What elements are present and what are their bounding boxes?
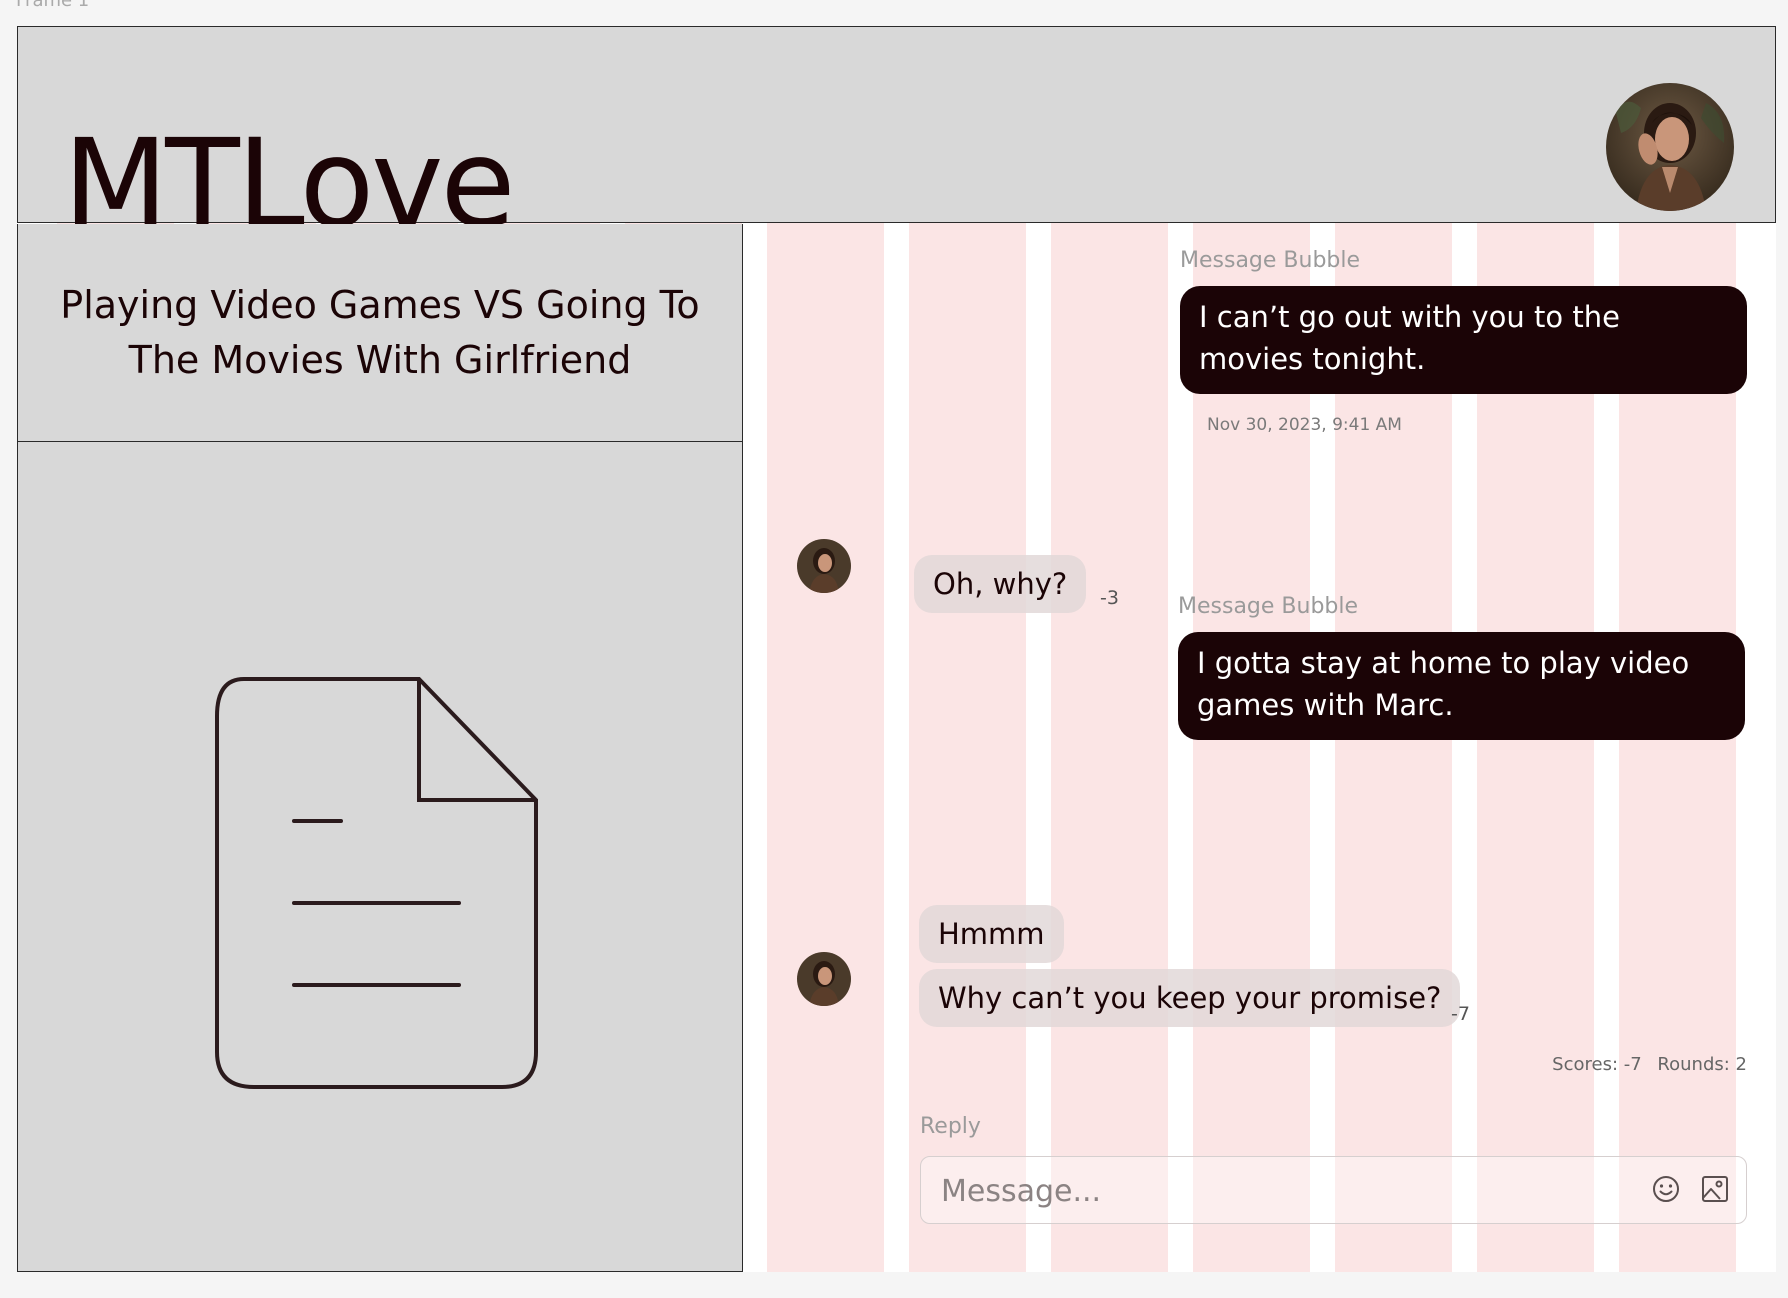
message-input[interactable] [939, 1157, 1623, 1225]
app-header: MTLove [17, 26, 1776, 245]
contact-avatar[interactable] [797, 539, 851, 593]
message-timestamp: Nov 30, 2023, 9:41 AM [1207, 415, 1402, 435]
frame-label: Frame 1 [16, 0, 90, 11]
incoming-message: Why can’t you keep your promise? [919, 969, 1461, 1027]
message-text: Oh, why? [933, 567, 1068, 601]
message-bubble-label: Message Bubble [1180, 248, 1361, 273]
message-text: I can’t go out with you to the movies to… [1199, 300, 1620, 376]
message-bubble-label: Message Bubble [1178, 594, 1359, 619]
app-frame: MTLove Playing Video Games VS Going To T… [17, 26, 1776, 1272]
message-input-box[interactable] [920, 1156, 1747, 1225]
topic-header: Playing Video Games VS Going To The Movi… [18, 224, 742, 442]
topic-panel: Playing Video Games VS Going To The Movi… [17, 224, 743, 1272]
contact-avatar-photo [797, 539, 851, 593]
smile-icon[interactable] [1651, 1174, 1681, 1204]
outgoing-message: I can’t go out with you to the movies to… [1180, 286, 1747, 394]
contact-avatar[interactable] [797, 952, 851, 1006]
chat-panel: Message Bubble I can’t go out with you t… [762, 224, 1776, 1272]
incoming-message: Oh, why? [914, 555, 1087, 613]
contact-avatar-photo [797, 952, 851, 1006]
reply-label: Reply [920, 1114, 981, 1139]
scores-value: Scores: -7 [1552, 1054, 1642, 1075]
rounds-value: Rounds: 2 [1657, 1054, 1747, 1075]
profile-avatar-photo [1606, 83, 1734, 211]
image-icon[interactable] [1700, 1174, 1730, 1204]
message-text: I gotta stay at home to play video games… [1197, 646, 1690, 722]
document-icon [214, 676, 550, 1096]
message-score: -3 [1100, 587, 1119, 609]
message-text: Why can’t you keep your promise? [938, 981, 1442, 1015]
topic-title: Playing Video Games VS Going To The Movi… [60, 282, 700, 382]
game-stats: Scores: -7 Rounds: 2 [1552, 1054, 1747, 1075]
message-text: Hmmm [938, 917, 1045, 951]
incoming-message: Hmmm [919, 905, 1064, 963]
outgoing-message: I gotta stay at home to play video games… [1178, 632, 1745, 740]
message-score: -7 [1451, 1003, 1470, 1025]
profile-avatar[interactable] [1606, 83, 1734, 211]
